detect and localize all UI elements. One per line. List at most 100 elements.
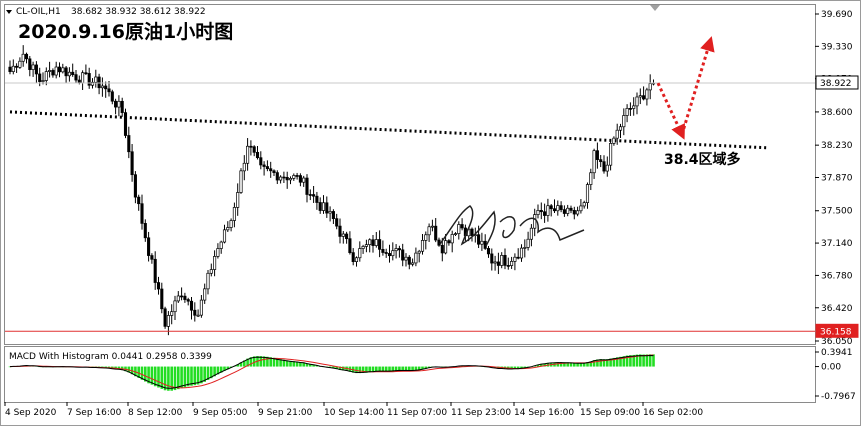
candle-body [434,225,438,241]
candle-body [262,164,266,167]
candle [239,168,243,194]
candle-body [8,66,12,72]
candle-body [44,71,48,81]
candle-body [74,74,78,81]
candle-body [206,272,210,290]
macd-tick-label: 0.00 [821,363,841,373]
candle-body [255,151,260,159]
macd-histogram-bar [193,366,197,386]
macd-tick-label: 0.3941 [821,348,853,358]
candle-body [424,234,428,241]
candle-body [77,79,81,84]
candle-body [609,143,613,166]
candle-body [338,225,342,237]
price-tick-label: 39.330 [821,42,853,52]
price-tick-label: 36.420 [821,304,853,314]
candle-body [127,135,131,153]
candle-body [209,269,213,274]
time-tick-label: 9 Sep 05:00 [193,408,248,418]
candle-body [104,85,108,90]
price-tick-label: 38.230 [821,141,853,151]
candle-body [500,255,504,266]
time-tick-label: 8 Sep 12:00 [128,408,183,418]
candle-body [203,288,207,301]
candle-body [156,282,161,290]
candle-body [81,72,85,84]
macd-histogram-bar [167,366,170,391]
symbol-header: CL-OIL,H1 [16,7,61,17]
candle-body [513,256,517,262]
macd-tick-label: -0.7967 [821,392,856,402]
candle-body [582,202,586,207]
macd-histogram-bar [190,366,193,386]
candle-body [526,238,530,248]
candle-body [176,295,180,302]
candle-body [57,66,62,73]
price-tick-label: 37.500 [821,207,853,217]
candle-body [21,53,25,62]
candle-body [328,211,332,214]
candle-body [246,145,250,164]
price-tick-label: 37.870 [821,174,853,184]
candle-body [493,261,497,264]
candle-body [407,256,411,265]
candle-body [110,91,114,102]
candle-body [490,253,494,264]
candle-body [625,108,629,116]
candle-body [259,157,263,166]
candle-body [417,250,421,254]
level-price-label: 36.158 [820,327,852,337]
time-tick-label: 16 Sep 02:00 [643,408,703,418]
candle-body [143,223,147,239]
time-tick-label: 10 Sep 14:00 [324,408,384,418]
candle-body [67,71,71,77]
candle-body [331,211,335,219]
macd-histogram-bar [183,366,187,388]
candle-body [539,210,543,213]
candle-body [318,202,322,211]
candle-body [265,166,269,170]
candle-body [34,64,38,75]
candle-body [430,225,434,228]
candle-body [120,100,124,113]
candle-body [648,83,652,91]
macd-histogram-bar [196,366,200,385]
candle-body [543,211,547,216]
time-tick-label: 14 Sep 16:00 [514,408,574,418]
candle-body [605,164,609,172]
candle-body [216,248,220,257]
candle-body [279,176,283,181]
candle-body [354,257,359,262]
candle-body [622,115,626,128]
candle-body [186,299,190,302]
candle-body [440,244,444,254]
candle-body [384,252,388,254]
candle-body [312,194,316,197]
candle [163,306,167,329]
candle-body [48,70,52,72]
candle-body [516,256,520,259]
candle-body [166,315,170,327]
candle-body [170,311,174,316]
time-tick-label: 7 Sep 16:00 [67,408,122,418]
time-tick-label: 9 Sep 21:00 [258,408,313,418]
candle-body [130,151,134,176]
candle-body [94,76,98,83]
candle-body [213,256,217,270]
macd-histogram-bar [645,354,649,367]
candle-body [628,108,632,110]
candle-body [242,162,246,172]
price-tick-label: 37.140 [821,239,853,249]
candle-body [645,89,649,100]
candle-body [615,129,619,139]
candle-body [566,207,570,214]
candle-body [453,233,458,235]
candle-body [285,176,289,181]
candle-body [503,255,507,266]
candle-body [411,262,415,265]
time-tick-label: 11 Sep 23:00 [451,408,511,418]
candle-body [387,253,392,257]
candle-body [199,299,203,316]
candle-body [562,209,566,214]
candle-body [374,239,378,246]
